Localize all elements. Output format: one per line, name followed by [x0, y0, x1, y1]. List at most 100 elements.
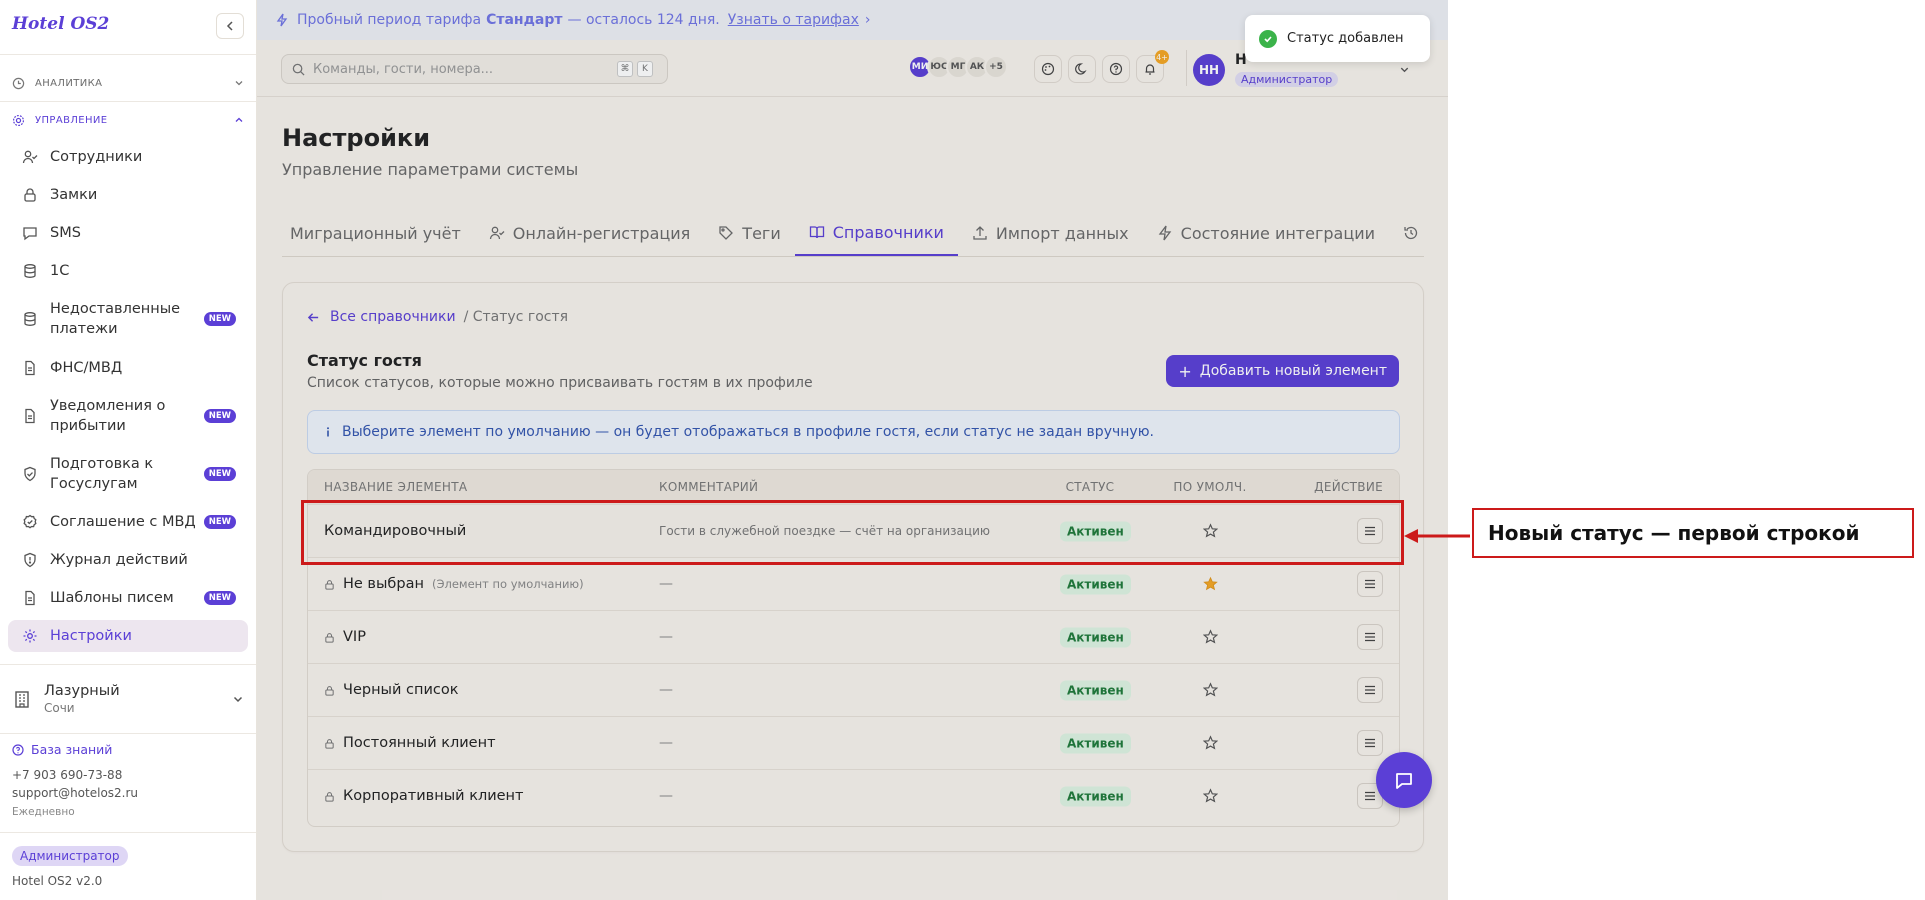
menu-icon[interactable]: [1357, 677, 1383, 703]
sidebar-item[interactable]: Соглашение с МВД NEW: [8, 506, 248, 538]
info-icon: [327, 427, 329, 437]
more-users-count[interactable]: +5: [984, 55, 1008, 79]
online-users[interactable]: МИ ЮС МГ АК +5: [908, 55, 1008, 79]
sidebar-item[interactable]: Шаблоны писем NEW: [8, 582, 248, 614]
breadcrumb-current: / Статус гостя: [463, 309, 569, 325]
tab-label: Состояние интеграции: [1180, 223, 1376, 243]
app-logo[interactable]: Hotel OS2: [12, 14, 109, 34]
new-badge: NEW: [203, 515, 236, 529]
notifications-button[interactable]: 4+: [1136, 50, 1169, 83]
sidebar-item-label: ФНС/МВД: [50, 360, 123, 376]
user-role: Администратор: [1235, 72, 1339, 87]
row-actions: [1357, 571, 1383, 597]
help-button[interactable]: [1102, 55, 1130, 83]
chevron-down-icon: [235, 81, 243, 86]
element-name: Черный список: [343, 682, 459, 698]
lock-icon: [324, 579, 335, 590]
tab[interactable]: Импорт данных: [958, 210, 1143, 256]
element-name-cell: Не выбран (Элемент по умолчанию): [324, 576, 584, 592]
sidebar-item-label: SMS: [50, 225, 81, 241]
hotel-switcher[interactable]: Лазурный Сочи: [12, 676, 244, 722]
table-row[interactable]: Корпоративный клиент — Активен: [308, 769, 1399, 822]
clock-icon: [12, 77, 25, 89]
highlight-box: [301, 500, 1404, 565]
element-name: Корпоративный клиент: [343, 788, 524, 804]
status-cell: Активен: [1060, 733, 1131, 754]
sidebar-item[interactable]: SMS: [8, 217, 248, 249]
back-link-label: Все справочники: [330, 309, 456, 325]
section-analytics[interactable]: АНАЛИТИКА: [12, 73, 244, 93]
table-row[interactable]: Постоянный клиент — Активен: [308, 716, 1399, 769]
sidebar-item[interactable]: Журнал действий: [8, 544, 248, 576]
sidebar-item[interactable]: Подготовка к Госуслугам NEW: [8, 448, 248, 500]
sidebar-item[interactable]: ФНС/МВД: [8, 352, 248, 384]
sidebar-item[interactable]: Уведомления о прибытии NEW: [8, 390, 248, 442]
table-header: НАЗВАНИЕ ЭЛЕМЕНТА КОММЕНТАРИЙ СТАТУС ПО …: [308, 470, 1399, 504]
table-row[interactable]: VIP — Активен: [308, 610, 1399, 663]
menu-icon[interactable]: [1357, 571, 1383, 597]
document-icon: [16, 408, 44, 424]
star-icon[interactable]: [1170, 788, 1250, 804]
menu-icon[interactable]: [1357, 624, 1383, 650]
chevron-left-icon: [226, 21, 233, 31]
new-badge: NEW: [203, 312, 236, 326]
sidebar-item-label: Шаблоны писем: [50, 590, 174, 606]
sidebar-item[interactable]: Недоставленные платежи NEW: [8, 293, 248, 345]
dark-mode-button[interactable]: [1068, 55, 1096, 83]
trial-plan: Стандарт: [486, 12, 563, 28]
arrow-left-icon: [1404, 529, 1470, 543]
tab[interactable]: Теги: [704, 210, 794, 256]
element-name: Постоянный клиент: [343, 735, 496, 751]
star-icon[interactable]: [1170, 682, 1250, 698]
building-icon: [15, 691, 29, 708]
arrow-left-icon: [307, 312, 319, 322]
plans-link[interactable]: Узнать о тарифах: [728, 12, 859, 28]
tab-label: Справочники: [832, 222, 944, 242]
tab[interactable]: Журнал: [1389, 210, 1424, 256]
status-badge: Активен: [1060, 786, 1131, 807]
help-circle-icon: [12, 743, 24, 756]
star-filled-icon[interactable]: [1170, 576, 1250, 592]
add-element-button[interactable]: + Добавить новый элемент: [1166, 355, 1399, 387]
lock-icon: [324, 738, 335, 749]
shield-check-icon: [16, 466, 44, 482]
knowledge-base-link[interactable]: База знаний: [12, 742, 112, 757]
support-email[interactable]: support@hotelos2.ru: [12, 786, 138, 800]
divider: [1186, 50, 1187, 86]
shortcut-key: ⌘: [617, 61, 633, 77]
tab[interactable]: Миграционный учёт: [282, 210, 475, 256]
table-row[interactable]: Черный список — Активен: [308, 663, 1399, 716]
tag-icon: [718, 225, 734, 241]
divider: [0, 733, 256, 734]
section-label: УПРАВЛЕНИЕ: [35, 114, 108, 126]
book-icon: [809, 224, 825, 240]
sidebar-item[interactable]: Замки: [8, 179, 248, 211]
palette-icon: [1041, 62, 1055, 76]
support-phone[interactable]: +7 903 690-73-88: [12, 768, 122, 782]
star-icon[interactable]: [1170, 629, 1250, 645]
back-link[interactable]: Все справочники: [307, 309, 456, 325]
sidebar-item-label: 1С: [50, 263, 70, 279]
chat-button[interactable]: [1376, 752, 1432, 808]
tab[interactable]: Состояние интеграции: [1143, 210, 1389, 256]
star-icon[interactable]: [1170, 735, 1250, 751]
section-management[interactable]: УПРАВЛЕНИЕ: [12, 110, 244, 130]
command-search[interactable]: ⌘ K: [281, 54, 668, 84]
search-input[interactable]: [313, 61, 613, 77]
theme-palette-button[interactable]: [1034, 55, 1062, 83]
plus-icon: +: [1178, 361, 1192, 381]
sidebar-item[interactable]: 1С: [8, 255, 248, 287]
collapse-sidebar-button[interactable]: [216, 13, 244, 39]
sidebar-item[interactable]: Настройки: [8, 620, 248, 652]
new-badge: NEW: [203, 409, 236, 423]
new-badge: NEW: [203, 467, 236, 481]
sidebar-item-label: Сотрудники: [50, 149, 143, 165]
menu-icon[interactable]: [1357, 730, 1383, 756]
directory-card: Все справочники / Статус гостя Статус го…: [282, 282, 1424, 852]
tab[interactable]: Справочники: [794, 210, 958, 256]
sidebar-item[interactable]: Сотрудники: [8, 141, 248, 173]
status-badge: Активен: [1060, 574, 1131, 595]
tab[interactable]: Онлайн-регистрация: [475, 210, 705, 256]
shield-icon: [16, 552, 44, 568]
chevron-down-icon: [1400, 67, 1409, 73]
